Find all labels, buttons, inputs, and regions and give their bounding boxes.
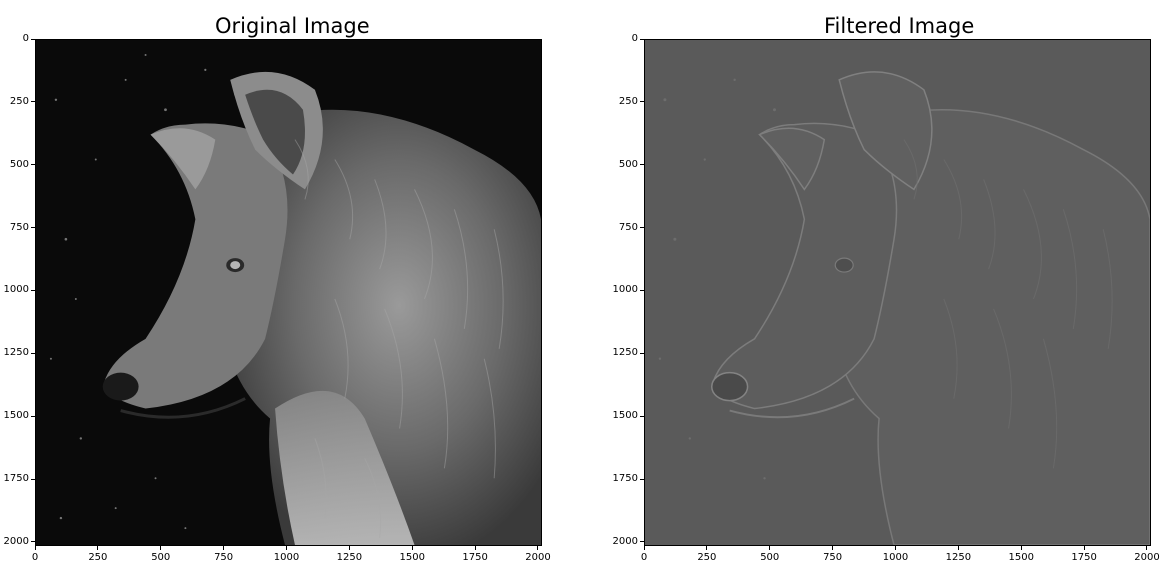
y-tick-label: 500 (618, 158, 638, 170)
y-tick-mark (640, 38, 644, 40)
y-tick-label: 250 (9, 95, 29, 107)
x-tick-label: 1250 (945, 552, 972, 563)
x-tick-mark (832, 546, 834, 550)
y-tick-mark (640, 478, 644, 480)
x-tick-label: 750 (214, 552, 234, 563)
y-tick-label: 1500 (612, 410, 638, 422)
y-tick-mark (31, 415, 35, 417)
y-tick-mark (640, 541, 644, 543)
x-tick-mark (894, 546, 896, 550)
filtered-image-panel: Filtered Image 0 250 500 750 1000 1250 1500 17 (600, 0, 1169, 568)
x-tick-mark (223, 546, 225, 550)
y-tick-label: 1250 (612, 347, 638, 359)
y-tick-label: 1500 (3, 410, 29, 422)
y-tick-label: 250 (618, 95, 638, 107)
y-tick-label: 750 (618, 221, 638, 233)
x-tick-mark (643, 546, 645, 550)
x-tick-label: 1000 (273, 552, 300, 563)
y-tick-label: 0 (22, 33, 29, 44)
x-tick-mark (285, 546, 287, 550)
y-tick-mark (31, 227, 35, 229)
x-tick-mark (1083, 546, 1085, 550)
y-tick-mark (640, 352, 644, 354)
y-tick-mark (31, 478, 35, 480)
x-tick-label: 2000 (525, 552, 551, 563)
y-tick-label: 750 (9, 221, 29, 233)
x-tick-mark (97, 546, 99, 550)
original-image-title: Original Image (215, 14, 370, 38)
x-tick-label: 750 (823, 552, 843, 563)
y-tick-mark (640, 227, 644, 229)
y-tick-mark (31, 289, 35, 291)
x-tick-mark (1020, 546, 1022, 550)
x-tick-label: 1500 (1008, 552, 1034, 563)
x-tick-mark (957, 546, 959, 550)
filtered-image-axes (644, 39, 1151, 546)
x-tick-mark (1146, 546, 1148, 550)
y-tick-mark (640, 164, 644, 166)
x-tick-label: 500 (151, 552, 171, 563)
y-tick-label: 0 (631, 33, 638, 44)
y-tick-mark (31, 541, 35, 543)
y-tick-label: 1000 (3, 284, 29, 296)
x-tick-mark (411, 546, 413, 550)
y-tick-mark (31, 101, 35, 103)
y-tick-mark (640, 289, 644, 291)
original-image-panel: Original Image 0 250 500 750 1000 1250 1… (0, 0, 580, 568)
x-tick-label: 0 (640, 552, 648, 563)
x-tick-mark (160, 546, 162, 550)
y-tick-mark (640, 101, 644, 103)
x-tick-label: 2000 (1134, 552, 1160, 563)
y-tick-label: 1750 (612, 473, 638, 485)
x-tick-mark (769, 546, 771, 550)
y-tick-label: 500 (9, 158, 29, 170)
x-tick-label: 250 (88, 552, 108, 563)
y-tick-mark (31, 352, 35, 354)
x-tick-label: 0 (31, 552, 39, 563)
x-tick-mark (34, 546, 36, 550)
x-tick-mark (537, 546, 539, 550)
y-tick-mark (31, 38, 35, 40)
x-tick-label: 1000 (882, 552, 909, 563)
y-tick-mark (640, 415, 644, 417)
original-wolf-image (36, 40, 541, 545)
y-tick-label: 1000 (612, 284, 638, 296)
x-tick-mark (706, 546, 708, 550)
y-tick-label: 2000 (612, 535, 638, 547)
filtered-wolf-image (645, 40, 1150, 545)
x-tick-label: 250 (697, 552, 717, 563)
y-tick-mark (31, 164, 35, 166)
x-tick-label: 1500 (399, 552, 425, 563)
x-tick-label: 500 (760, 552, 780, 563)
y-tick-label: 1750 (3, 473, 29, 485)
filtered-image-title: Filtered Image (824, 14, 975, 38)
x-tick-mark (474, 546, 476, 550)
original-image-axes (35, 39, 542, 546)
y-tick-label: 1250 (3, 347, 29, 359)
x-tick-mark (348, 546, 350, 550)
x-tick-label: 1750 (1071, 552, 1097, 563)
y-tick-label: 2000 (3, 535, 29, 547)
x-tick-label: 1750 (462, 552, 488, 563)
x-tick-label: 1250 (336, 552, 363, 563)
